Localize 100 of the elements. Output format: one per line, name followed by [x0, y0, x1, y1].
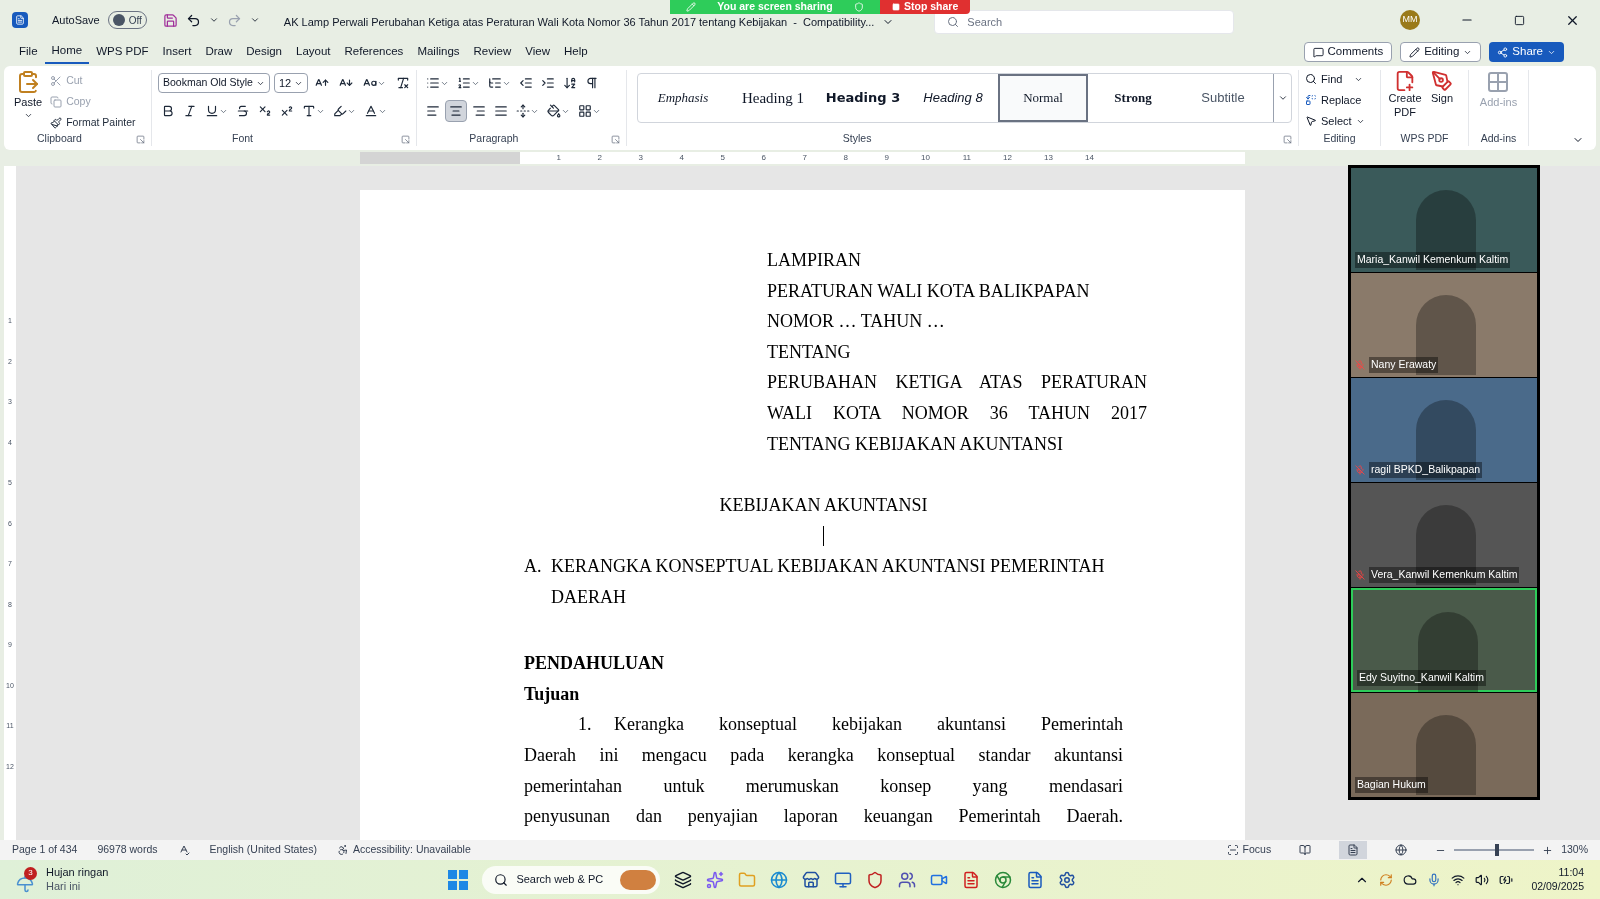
monitor-icon[interactable] — [834, 870, 853, 889]
ribbon-tab[interactable]: Mailings — [410, 40, 467, 64]
zoom-in-icon[interactable] — [1542, 844, 1554, 856]
participant-tile[interactable]: Vera_Kanwil Kemenkum Kaltim — [1351, 483, 1537, 587]
copy-icon — [50, 96, 63, 108]
find-button[interactable]: Find — [1305, 70, 1365, 88]
format-painter-button[interactable]: Format Painter — [50, 114, 136, 132]
ribbon-tab[interactable]: WPS PDF — [89, 40, 156, 64]
clipboard-launcher-icon[interactable] — [136, 134, 145, 144]
pointer-icon — [1305, 115, 1317, 127]
ribbon-tab[interactable]: Home — [44, 40, 90, 64]
sync-icon[interactable] — [1379, 872, 1394, 887]
language-status[interactable]: English (United States) — [209, 842, 317, 858]
decrease-indent-icon — [519, 76, 533, 90]
ribbon-tab[interactable]: Layout — [289, 40, 338, 64]
participant-tile[interactable]: ragil BPKD_Balikpapan — [1351, 378, 1537, 482]
word-logo-icon[interactable] — [12, 12, 28, 28]
style-item[interactable]: Subtitle — [1178, 74, 1268, 122]
style-item[interactable]: Normal — [998, 74, 1088, 122]
zoom-percentage[interactable]: 130% — [1561, 842, 1588, 858]
ribbon-tab[interactable]: References — [337, 40, 411, 64]
word-count[interactable]: 96978 words — [97, 842, 158, 858]
paragraph-launcher-icon[interactable] — [611, 134, 620, 144]
list-marker: A. — [524, 554, 543, 578]
ruler-number: 3 — [637, 152, 643, 164]
ruler-number: 12 — [1002, 152, 1012, 164]
sign-button[interactable]: Sign — [1431, 70, 1454, 132]
zoom-slider[interactable] — [1454, 844, 1535, 856]
maximize-icon[interactable] — [1514, 14, 1525, 26]
stop-share-button[interactable]: Stop share — [880, 0, 971, 14]
align-center-button[interactable] — [445, 100, 467, 122]
document-icon[interactable] — [1026, 870, 1045, 889]
cloud-icon[interactable] — [1403, 872, 1418, 887]
customize-caret-icon[interactable] — [249, 15, 260, 25]
search-icon — [494, 872, 509, 887]
style-item[interactable]: Emphasis — [638, 74, 728, 122]
read-mode-icon — [1299, 844, 1312, 856]
clock[interactable]: 11:04 02/09/2025 — [1531, 866, 1584, 893]
document-icon[interactable] — [962, 870, 981, 889]
ribbon-tab[interactable]: View — [518, 40, 557, 64]
editing-button[interactable]: Editing — [1400, 42, 1482, 62]
caret-icon[interactable] — [208, 15, 219, 25]
task-view-icon[interactable] — [674, 870, 693, 889]
participant-tile[interactable]: Maria_Kanwil Kemenkum Kaltim — [1351, 168, 1537, 272]
print-layout-button[interactable] — [1339, 841, 1368, 859]
underline-icon — [205, 104, 219, 118]
ruler-number: 7 — [801, 152, 807, 164]
comments-button[interactable]: Comments — [1303, 42, 1393, 62]
people-icon[interactable] — [898, 870, 917, 889]
share-button[interactable]: Share — [1489, 42, 1564, 62]
cut-icon — [50, 75, 63, 87]
page-count[interactable]: Page 1 of 434 — [12, 842, 78, 858]
store-icon[interactable] — [802, 870, 821, 889]
ribbon-tab[interactable]: Draw — [198, 40, 240, 64]
create-pdf-button[interactable]: Create PDF — [1387, 70, 1423, 132]
ribbon-tab[interactable]: Review — [466, 40, 519, 64]
ribbon-tab[interactable]: File — [12, 40, 45, 64]
browser-icon[interactable] — [770, 870, 789, 889]
undo-icon[interactable] — [185, 12, 201, 28]
paste-button[interactable]: Paste — [10, 70, 47, 132]
save-icon[interactable] — [162, 12, 178, 28]
style-item[interactable]: Heading 3 — [818, 74, 908, 122]
user-avatar[interactable]: MM — [1400, 10, 1420, 30]
replace-button[interactable]: Replace — [1305, 91, 1365, 109]
style-item[interactable]: Heading 8 — [908, 74, 998, 122]
participant-tile[interactable]: Bagian Hukum — [1351, 693, 1537, 797]
accessibility-status[interactable]: Accessibility: Unavailable — [336, 842, 471, 858]
superscript-icon — [280, 104, 294, 118]
shield-icon[interactable] — [866, 870, 885, 889]
align-center-icon — [449, 104, 463, 118]
style-item[interactable]: Heading 1 — [728, 74, 818, 122]
sparkles-icon[interactable] — [706, 870, 725, 889]
font-name-dropdown[interactable]: Bookman Old Style — [158, 73, 270, 93]
ribbon-tab[interactable]: Insert — [155, 40, 199, 64]
ruler-number: 11 — [961, 152, 971, 164]
select-button[interactable]: Select — [1305, 112, 1365, 130]
wifi-icon[interactable] — [1451, 872, 1466, 887]
participant-tile[interactable]: Nany Erawaty — [1351, 273, 1537, 377]
search-icon — [947, 16, 960, 28]
taskbar-search-field[interactable]: Search web & PC — [482, 865, 661, 894]
font-size-dropdown[interactable]: 12 — [274, 73, 308, 93]
ribbon-group-label: Font — [232, 131, 253, 147]
ribbon-tab[interactable]: Help — [557, 40, 595, 64]
header-line: TENTANG — [767, 340, 852, 364]
justify-icon — [494, 104, 508, 118]
microphone-icon[interactable] — [1427, 872, 1442, 887]
focus-button[interactable]: Focus — [1226, 842, 1272, 858]
settings-icon[interactable] — [1058, 870, 1077, 889]
chrome-icon[interactable] — [994, 870, 1013, 889]
bold-icon — [161, 104, 175, 118]
style-item[interactable]: Strong — [1088, 74, 1178, 122]
search-field[interactable]: Search — [934, 10, 1235, 34]
multilevel-list-icon — [488, 76, 502, 90]
font-launcher-icon[interactable] — [400, 134, 410, 144]
participant-tile[interactable]: Edy Suyitno_Kanwil Kaltim — [1351, 588, 1537, 692]
styles-launcher-icon[interactable] — [1283, 134, 1292, 144]
ribbon-tab[interactable]: Design — [239, 40, 290, 64]
start-icon[interactable] — [448, 869, 469, 890]
volume-icon[interactable] — [1475, 872, 1490, 887]
weather-condition[interactable]: Hujan ringan — [46, 865, 109, 880]
